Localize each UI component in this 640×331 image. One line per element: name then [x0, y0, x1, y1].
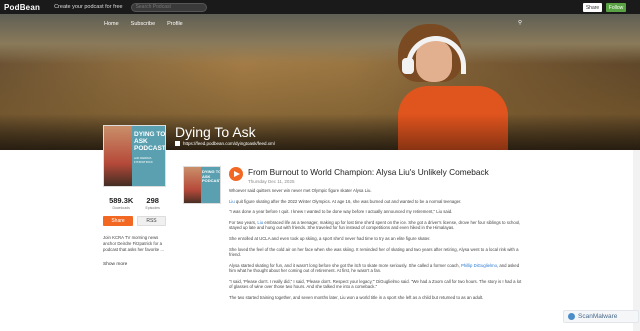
nav-subscribe[interactable]: Subscribe — [131, 21, 155, 27]
main-nav: Home Subscribe Profile ⚲ — [0, 14, 640, 34]
rss-url[interactable]: https://feed.podbean.com/dyingtoask/feed… — [183, 141, 275, 146]
search-box[interactable] — [130, 2, 207, 12]
hero-banner — [0, 14, 640, 150]
episode-paragraph: For two years, Liu embraced life as a te… — [229, 220, 521, 231]
play-icon[interactable] — [229, 167, 243, 181]
search-icon[interactable]: ⚲ — [518, 20, 522, 26]
episode-title[interactable]: From Burnout to World Champion: Alysa Li… — [248, 167, 489, 177]
episodes-label: Episodes — [145, 206, 160, 210]
nav-profile[interactable]: Profile — [167, 21, 183, 27]
episode-paragraph: "I said, 'Please don't. I really did," I… — [229, 278, 522, 289]
nav-home[interactable]: Home — [104, 21, 119, 27]
podbean-logo[interactable]: PodBean — [4, 3, 40, 12]
show-more-link[interactable]: Show more — [103, 262, 127, 267]
episode-paragraph: She enrolled at UCLA and even took up sk… — [229, 236, 431, 242]
top-bar: PodBean Create your podcast for free — [0, 0, 640, 14]
episode-cover[interactable]: DYING TO ASK PODCAST — [183, 166, 221, 204]
cover-host: with DEIDRA FITZPATRICK — [134, 156, 153, 164]
podcast-cover[interactable]: DYING TO ASK PODCAST with DEIDRA FITZPAT… — [103, 125, 166, 187]
episode-date: Thursday Dec 11, 2025 — [248, 179, 295, 184]
episode-cover-title: DYING TO ASK PODCAST — [202, 169, 221, 183]
cover-title: DYING TO ASK PODCAST — [134, 131, 166, 152]
downloads-count: 589.3K — [109, 196, 134, 205]
scrollbar[interactable] — [633, 150, 640, 331]
podcast-share-button[interactable]: Share — [103, 216, 133, 226]
episode-paragraph: "I was done a year before I quit. I knew… — [229, 209, 453, 215]
podcast-rss-button[interactable]: RSS — [137, 216, 166, 226]
podcast-description: Join KCRA TV morning news anchor Deirdre… — [103, 235, 164, 252]
logo-text: PodBean — [4, 2, 41, 12]
episode-paragraph: Whoever said quitters never win never me… — [229, 188, 372, 193]
search-input[interactable] — [135, 4, 206, 10]
scanmalware-logo-icon — [568, 313, 575, 320]
downloads-stat: 589.3K Downloads — [109, 196, 133, 210]
episode-paragraph: Alysa started skating for fun, and it wa… — [229, 262, 520, 274]
episode-description: Whoever said quitters never win never me… — [229, 188, 525, 305]
coach-link[interactable]: Phillip DiGuglielmo — [461, 263, 497, 268]
episode-paragraph: She loved the feel of the cold air on he… — [229, 246, 519, 258]
episodes-stat: 298 Episodes — [145, 196, 159, 210]
rss-icon — [175, 141, 180, 146]
podcast-stats: 589.3K Downloads 298 Episodes — [103, 196, 166, 210]
watermark-text: ScanMalware — [578, 313, 618, 320]
episodes-count: 298 — [146, 196, 159, 205]
downloads-label: Downloads — [112, 206, 130, 210]
episode-paragraph: The two started training together, and s… — [229, 294, 484, 300]
episode-paragraph: Liu quit figure skating after the 2022 W… — [229, 198, 462, 204]
share-button[interactable]: Share — [583, 3, 602, 12]
rss-feed-link[interactable]: https://feed.podbean.com/dyingtoask/feed… — [175, 141, 275, 146]
create-podcast-link[interactable]: Create your podcast for free — [54, 4, 122, 10]
scanmalware-watermark: ScanMalware — [563, 310, 639, 323]
podcast-title: Dying To Ask — [175, 124, 256, 140]
follow-button[interactable]: Follow — [606, 3, 626, 12]
